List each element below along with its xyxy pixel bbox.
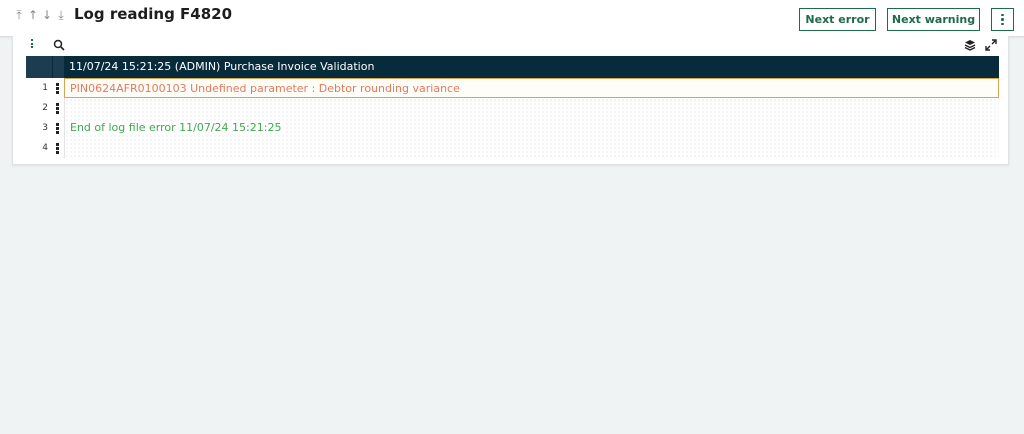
row-actions-icon[interactable]: [56, 143, 59, 154]
header-action-cell: [53, 56, 64, 78]
log-message-error[interactable]: PIN0624AFR0100103 Undefined parameter : …: [64, 78, 999, 98]
log-message-success[interactable]: End of log file error 11/07/24 15:21:25: [64, 118, 999, 138]
search-icon[interactable]: [53, 39, 65, 51]
log-panel: 11/07/24 15:21:25 (ADMIN) Purchase Invoi…: [12, 36, 1009, 165]
grid-toolbar: [13, 36, 1008, 54]
next-error-button[interactable]: Next error: [799, 8, 876, 31]
table-row: 4: [26, 138, 999, 158]
log-header-text: 11/07/24 15:21:25 (ADMIN) Purchase Invoi…: [69, 60, 375, 73]
log-message-empty[interactable]: [64, 138, 999, 158]
first-record-icon[interactable]: ⤒: [14, 8, 24, 22]
page-title: Log reading F4820: [74, 5, 233, 23]
top-bar: ⤒ ↑ ↓ ⤓ Log reading F4820 Next error Nex…: [0, 0, 1024, 37]
log-message-text: End of log file error 11/07/24 15:21:25: [70, 121, 286, 134]
table-row: 3 End of log file error 11/07/24 15:21:2…: [26, 118, 999, 138]
row-number: 2: [42, 103, 48, 113]
row-number: 1: [42, 83, 48, 93]
grid-header-row: 11/07/24 15:21:25 (ADMIN) Purchase Invoi…: [26, 56, 999, 78]
table-row: 2: [26, 98, 999, 118]
row-number: 3: [42, 123, 48, 133]
grid-menu-icon[interactable]: [31, 39, 33, 48]
previous-record-icon[interactable]: ↑: [28, 8, 38, 22]
last-record-icon[interactable]: ⤓: [56, 8, 66, 22]
layers-icon[interactable]: [964, 39, 976, 51]
row-actions-icon[interactable]: [56, 103, 59, 114]
row-actions-icon[interactable]: [56, 83, 59, 94]
log-grid: 11/07/24 15:21:25 (ADMIN) Purchase Invoi…: [26, 56, 999, 158]
log-message-empty[interactable]: [64, 98, 999, 118]
more-actions-button[interactable]: [991, 8, 1014, 31]
expand-icon[interactable]: [985, 39, 997, 51]
table-row: 1 PIN0624AFR0100103 Undefined parameter …: [26, 78, 999, 98]
vertical-ellipsis-icon: [1001, 13, 1004, 26]
row-actions-icon[interactable]: [56, 123, 59, 134]
row-number: 4: [42, 143, 48, 153]
record-navigation: ⤒ ↑ ↓ ⤓: [14, 8, 66, 22]
log-message-text: PIN0624AFR0100103 Undefined parameter : …: [70, 82, 460, 95]
next-record-icon[interactable]: ↓: [42, 8, 52, 22]
header-number-cell: [26, 56, 52, 78]
next-warning-button[interactable]: Next warning: [887, 8, 980, 31]
